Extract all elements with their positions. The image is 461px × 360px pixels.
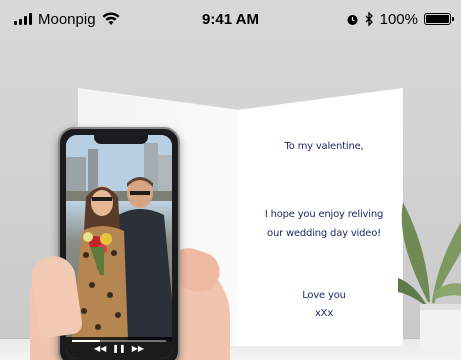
fast-forward-icon[interactable]: ▶▶ — [132, 344, 144, 353]
bluetooth-icon — [365, 12, 373, 26]
card-signoff-line2: xXx — [314, 308, 334, 319]
status-bar: Moonpig 9:41 AM 100% — [0, 0, 461, 38]
rewind-icon[interactable]: ◀◀ — [94, 344, 106, 353]
status-right: 100% — [346, 10, 454, 28]
wifi-icon — [102, 12, 120, 25]
status-time: 9:41 AM — [202, 10, 259, 28]
card-greeting: To my valentine, — [284, 141, 364, 152]
video-progress-fill — [72, 340, 101, 342]
phone-notch — [94, 135, 148, 144]
couple-photo-icon — [66, 135, 172, 341]
status-left: Moonpig — [14, 11, 120, 28]
photo-scene: To my valentine, I hope you enjoy relivi… — [0, 0, 461, 360]
video-controls[interactable]: ◀◀ ❚❚ ▶▶ — [66, 337, 172, 359]
battery-icon — [424, 13, 454, 25]
alarm-icon — [347, 14, 358, 25]
pause-icon[interactable]: ❚❚ — [112, 344, 125, 353]
video-progress-bar[interactable] — [72, 340, 166, 342]
signal-icon — [14, 13, 32, 25]
card-message-line2: our wedding day video! — [267, 228, 381, 239]
battery-percent: 100% — [379, 10, 418, 28]
card-message-line1: I hope you enjoy reliving — [264, 209, 384, 220]
card-signoff-line1: Love you — [302, 290, 346, 301]
plant-icon — [398, 202, 461, 352]
carrier-name: Moonpig — [38, 10, 96, 28]
